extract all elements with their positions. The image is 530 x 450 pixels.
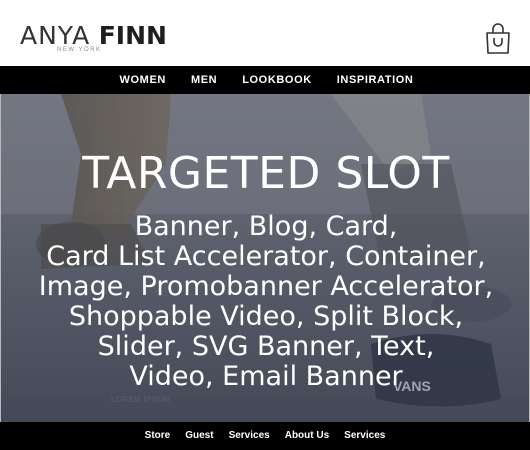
hero-text-line: Card List Accelerator, Container, — [46, 241, 486, 272]
nav-item-men[interactable]: MEN — [191, 66, 217, 94]
hero-text-line: Image, Promobanner Accelerator, — [38, 271, 494, 302]
nav-item-inspiration[interactable]: INSPIRATION — [337, 66, 414, 94]
shopping-bag-icon[interactable] — [484, 23, 512, 55]
site-footer: Store Guest Services About Us Services — [0, 422, 530, 450]
footer-link-about-us[interactable]: About Us — [285, 422, 329, 450]
targeted-slot-banner[interactable]: VANS TARGETED SLOT Banner, Blog, Card, C… — [0, 94, 530, 422]
hero-caption: LOREM IPSUM — [111, 395, 171, 404]
hero-text-line: Shoppable Video, Split Block, — [68, 301, 464, 332]
nav-item-women[interactable]: WOMEN — [120, 66, 166, 94]
hero-text-line: Slider, SVG Banner, Text, — [97, 331, 435, 362]
site-header: ANYA FINN NEW YORK — [0, 0, 530, 66]
main-navigation: WOMEN MEN LOOKBOOK INSPIRATION — [0, 66, 530, 94]
hero-text-line: Video, Email Banner — [129, 361, 403, 392]
brand-logo[interactable]: ANYA FINN NEW YORK — [20, 21, 180, 57]
logo-subtext: NEW YORK — [57, 47, 102, 53]
footer-link-guest[interactable]: Guest — [185, 422, 213, 450]
footer-link-services-2[interactable]: Services — [344, 422, 385, 450]
logo-text-bold: FINN — [98, 21, 167, 50]
logo-text-thin: ANYA — [20, 21, 91, 50]
nav-item-lookbook[interactable]: LOOKBOOK — [242, 66, 312, 94]
footer-link-store[interactable]: Store — [145, 422, 171, 450]
hero-component-list: Banner, Blog, Card, Card List Accelerato… — [1, 211, 529, 392]
footer-link-services[interactable]: Services — [229, 422, 270, 450]
hero-text-line: Banner, Blog, Card, — [134, 211, 398, 242]
hero-title: TARGETED SLOT — [82, 148, 450, 199]
